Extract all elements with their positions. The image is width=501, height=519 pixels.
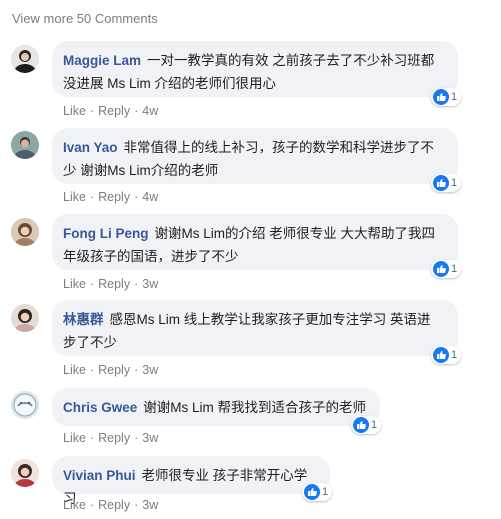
reaction-count-badge[interactable]: 1 bbox=[431, 88, 462, 106]
comment-bubble: Vivian Phui 老师很专业 孩子非常开心学习 bbox=[52, 456, 330, 506]
like-icon bbox=[353, 417, 369, 433]
comment-timestamp[interactable]: 3w bbox=[142, 431, 158, 445]
like-icon bbox=[433, 261, 449, 277]
like-button[interactable]: Like bbox=[63, 190, 86, 204]
comment-text: 年级孩子的国语，进步了不少 bbox=[63, 249, 239, 264]
avatar[interactable] bbox=[11, 45, 39, 73]
like-button[interactable]: Like bbox=[63, 363, 86, 377]
comment-author[interactable]: Ivan Yao bbox=[63, 140, 118, 155]
reaction-count: 1 bbox=[371, 419, 378, 431]
separator: · bbox=[89, 363, 95, 377]
view-more-comments-link[interactable]: View more 50 Comments bbox=[12, 11, 158, 26]
comment-author[interactable]: Chris Gwee bbox=[63, 400, 137, 415]
reaction-count: 1 bbox=[322, 486, 329, 498]
comment-timestamp[interactable]: 4w bbox=[142, 190, 158, 204]
reaction-count-badge[interactable]: 1 bbox=[431, 260, 462, 278]
comment-actions: Like · Reply · 4w bbox=[63, 104, 158, 118]
like-button[interactable]: Like bbox=[63, 104, 86, 118]
reply-button[interactable]: Reply bbox=[98, 363, 130, 377]
reaction-count: 1 bbox=[451, 349, 458, 361]
comment-text: 没进展 Ms Lim 介绍的老师们很用心 bbox=[63, 76, 277, 91]
reaction-count-badge[interactable]: 1 bbox=[431, 346, 462, 364]
reply-button[interactable]: Reply bbox=[98, 431, 130, 445]
avatar[interactable] bbox=[11, 218, 39, 246]
avatar[interactable] bbox=[11, 459, 39, 487]
comment-bubble: Chris Gwee 谢谢Ms Lim 帮我找到适合孩子的老师 bbox=[52, 388, 380, 426]
separator: · bbox=[89, 104, 95, 118]
comment-bubble: 林惠群 感恩Ms Lim 线上教学让我家孩子更加专注学习 英语进 步了不少 bbox=[52, 300, 458, 356]
separator: · bbox=[134, 277, 139, 291]
separator: · bbox=[89, 190, 95, 204]
comment-text: 感恩Ms Lim 线上教学让我家孩子更加专注学习 英语进 bbox=[109, 312, 431, 327]
like-icon bbox=[304, 484, 320, 500]
comment-text: 步了不少 bbox=[63, 335, 117, 350]
reply-button[interactable]: Reply bbox=[98, 277, 130, 291]
comment-actions: Like · Reply · 3w bbox=[63, 363, 158, 377]
separator: · bbox=[134, 190, 139, 204]
comment-timestamp[interactable]: 3w bbox=[142, 498, 158, 512]
separator: · bbox=[134, 363, 139, 377]
comment-timestamp[interactable]: 3w bbox=[142, 363, 158, 377]
reaction-count: 1 bbox=[451, 91, 458, 103]
comment-bubble: Ivan Yao 非常值得上的线上补习，孩子的数学和科学进步了不 少 谢谢Ms L… bbox=[52, 128, 458, 184]
comment-text: 谢谢Ms Lim的介绍 老师很专业 大大帮助了我四 bbox=[154, 226, 436, 241]
comment-actions: Like · Reply · 3w bbox=[63, 431, 158, 445]
comment-timestamp[interactable]: 3w bbox=[142, 277, 158, 291]
like-icon bbox=[433, 89, 449, 105]
comment-text: 一对一教学真的有效 之前孩子去了不少补习班都 bbox=[147, 53, 435, 68]
separator: · bbox=[134, 431, 139, 445]
comment-author[interactable]: 林惠群 bbox=[63, 312, 104, 327]
comment-actions: Like · Reply · 3w bbox=[63, 277, 158, 291]
separator: · bbox=[134, 104, 139, 118]
reply-button[interactable]: Reply bbox=[98, 498, 130, 512]
like-button[interactable]: Like bbox=[63, 431, 86, 445]
comment-actions: Like · Reply · 4w bbox=[63, 190, 158, 204]
comment-author[interactable]: Vivian Phui bbox=[63, 468, 136, 483]
like-button[interactable]: Like bbox=[63, 277, 86, 291]
like-button[interactable]: Like bbox=[63, 498, 86, 512]
comment-author[interactable]: Fong Li Peng bbox=[63, 226, 149, 241]
comment-bubble: Fong Li Peng 谢谢Ms Lim的介绍 老师很专业 大大帮助了我四 年级… bbox=[52, 214, 458, 270]
comment-bubble: Maggie Lam 一对一教学真的有效 之前孩子去了不少补习班都 没进展 Ms … bbox=[52, 41, 458, 97]
separator: · bbox=[89, 277, 95, 291]
separator: · bbox=[89, 431, 95, 445]
comment-text: 谢谢Ms Lim 帮我找到适合孩子的老师 bbox=[143, 400, 367, 415]
avatar[interactable] bbox=[11, 131, 39, 159]
reaction-count-badge[interactable]: 1 bbox=[351, 416, 382, 434]
reaction-count-badge[interactable]: 1 bbox=[431, 174, 462, 192]
reaction-count-badge[interactable]: 1 bbox=[302, 483, 333, 501]
avatar[interactable] bbox=[11, 304, 39, 332]
separator: · bbox=[89, 498, 95, 512]
comment-text: 少 谢谢Ms Lim介绍的老师 bbox=[63, 163, 219, 178]
avatar[interactable] bbox=[11, 391, 39, 419]
comment-timestamp[interactable]: 4w bbox=[142, 104, 158, 118]
reaction-count: 1 bbox=[451, 177, 458, 189]
reply-button[interactable]: Reply bbox=[98, 104, 130, 118]
comment-text: 非常值得上的线上补习，孩子的数学和科学进步了不 bbox=[123, 140, 435, 155]
reaction-count: 1 bbox=[451, 263, 458, 275]
reply-button[interactable]: Reply bbox=[98, 190, 130, 204]
comment-author[interactable]: Maggie Lam bbox=[63, 53, 141, 68]
separator: · bbox=[134, 498, 139, 512]
like-icon bbox=[433, 175, 449, 191]
like-icon bbox=[433, 347, 449, 363]
comment-actions: Like · Reply · 3w bbox=[63, 498, 158, 512]
